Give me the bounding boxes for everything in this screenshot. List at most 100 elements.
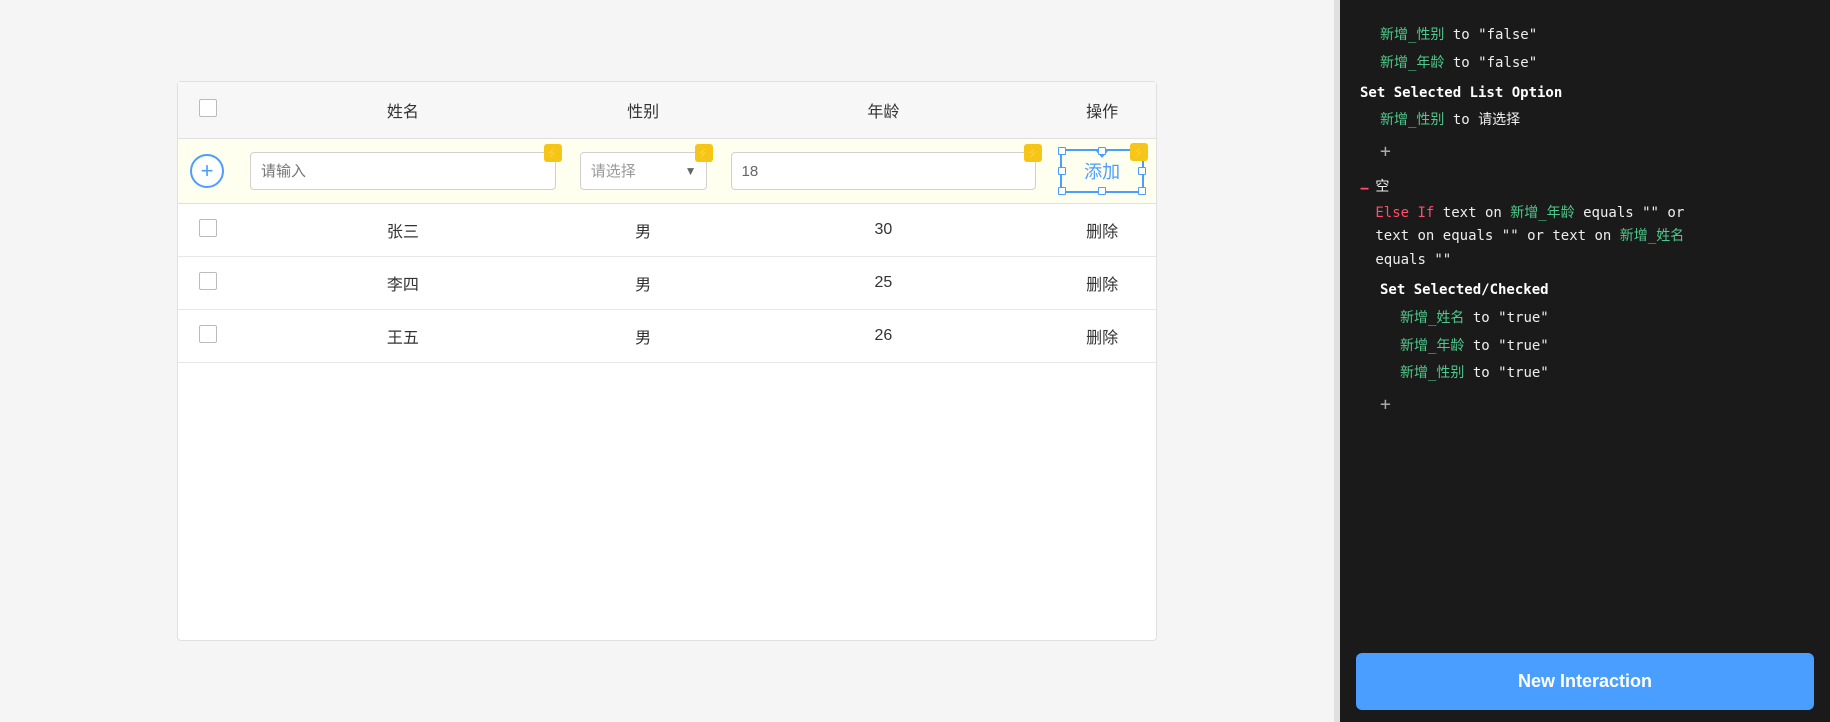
else-if-content: 空 Else If text on 新增_年龄 equals "" or tex… [1375,176,1684,273]
header-gender: 性别 [568,82,719,139]
else-if-condition: Else If text on 新增_年龄 equals "" or [1375,202,1684,226]
header-action: 操作 [1048,82,1156,139]
code-text-4b: to 请选择 [1453,112,1520,128]
add-row-gender-cell: 请选择 男 女 ▼ ⚡ [568,139,719,204]
age-input-wrapper: ⚡ [731,152,1037,190]
handle-bl [1058,187,1066,195]
header-checkbox[interactable] [199,99,217,117]
kong-label: 空 [1375,176,1684,200]
name-input-wrapper: ⚡ [250,152,556,190]
code-text-8b: to "true" [1473,365,1549,381]
header-checkbox-cell [178,82,238,139]
row-name-3: 王五 [238,310,568,363]
row-checkbox-cell-3 [178,310,238,363]
code-text-2b: to "false" [1453,55,1537,71]
code-text-1: 新增_性别 [1380,27,1444,43]
data-table: 姓名 性别 年龄 操作 + ⚡ [178,82,1156,363]
table-row: 王五 男 26 删除 [178,310,1156,363]
action-lightning-badge: ⚡ [1130,143,1148,161]
add-row-icon-cell: + [178,139,238,204]
delete-btn-3[interactable]: 删除 [1048,310,1156,363]
else-if-var1: 新增_年龄 [1510,205,1574,221]
code-line-6: 新增_姓名 to "true" [1360,307,1810,331]
left-panel: 姓名 性别 年龄 操作 + ⚡ [0,0,1334,722]
row-name-2: 李四 [238,257,568,310]
add-action-wrapper: 添加 ⚡ [1060,149,1144,193]
plus-icon-2[interactable]: + [1380,394,1391,415]
add-row-action-cell: 添加 ⚡ [1048,139,1156,204]
age-lightning-badge: ⚡ [1024,144,1042,162]
else-if-eq1: equals "" or [1583,205,1684,221]
row-age-2: 25 [719,257,1049,310]
plus-icon-1[interactable]: + [1380,141,1391,162]
row-checkbox-cell [178,204,238,257]
add-row-name-cell: ⚡ [238,139,568,204]
else-if-line2: text on equals "" or text on 新增_姓名 [1375,225,1684,249]
row-checkbox-1[interactable] [199,219,217,237]
kong-text: 空 [1375,179,1389,195]
add-row-button[interactable]: + [190,154,224,188]
row-checkbox-2[interactable] [199,272,217,290]
handle-br [1138,187,1146,195]
code-line-7: 新增_年龄 to "true" [1360,335,1810,359]
code-heading-2: Set Selected/Checked [1380,282,1549,298]
code-text-1b: to "false" [1453,27,1537,43]
else-if-block: − 空 Else If text on 新增_年龄 equals "" or t… [1360,176,1810,273]
code-text-7: 新增_年龄 [1400,338,1464,354]
table-container: 姓名 性别 年龄 操作 + ⚡ [177,81,1157,641]
code-text-6b: to "true" [1473,310,1549,326]
add-action-selected-box: 添加 ⚡ [1060,149,1144,193]
gender-lightning-badge: ⚡ [695,144,713,162]
row-age-3: 26 [719,310,1049,363]
code-line-plus-2[interactable]: + [1360,390,1810,421]
gender-select-wrapper: 请选择 男 女 ▼ ⚡ [580,152,707,190]
new-interaction-button[interactable]: New Interaction [1356,653,1814,710]
add-row: + ⚡ 请选择 男 女 [178,139,1156,204]
delete-btn-2[interactable]: 删除 [1048,257,1156,310]
code-line-3: Set Selected List Option [1360,82,1810,106]
header-age: 年龄 [719,82,1049,139]
code-line-8: 新增_性别 to "true" [1360,362,1810,386]
else-if-keyword: Else If [1375,205,1434,221]
code-text-2: 新增_年龄 [1380,55,1444,71]
else-if-line3: equals "" [1375,249,1684,273]
table-row: 张三 男 30 删除 [178,204,1156,257]
right-panel: 新增_性别 to "false" 新增_年龄 to "false" Set Se… [1340,0,1830,722]
code-block: 新增_性别 to "false" 新增_年龄 to "false" Set Se… [1360,16,1810,421]
else-if-text2: text on [1375,228,1442,244]
code-line-4: 新增_性别 to 请选择 [1360,109,1810,133]
age-input[interactable] [731,152,1037,190]
right-content-scroll[interactable]: 新增_性别 to "false" 新增_年龄 to "false" Set Se… [1340,0,1830,641]
name-input[interactable] [250,152,556,190]
handle-ml [1058,167,1066,175]
row-age-1: 30 [719,204,1049,257]
row-gender-1: 男 [568,204,719,257]
code-line-plus-1[interactable]: + [1360,137,1810,168]
code-line-2: 新增_年龄 to "false" [1360,52,1810,76]
code-line-1: 新增_性别 to "false" [1360,24,1810,48]
handle-tm [1098,147,1106,155]
row-gender-3: 男 [568,310,719,363]
else-if-var3: 新增_姓名 [1620,228,1684,244]
code-text-8: 新增_性别 [1400,365,1464,381]
else-if-text: text on [1443,205,1510,221]
else-if-eq3: equals "" [1375,252,1451,268]
code-text-4: 新增_性别 [1380,112,1444,128]
code-heading-1: Set Selected List Option [1360,85,1562,101]
handle-bm [1098,187,1106,195]
code-text-7b: to "true" [1473,338,1549,354]
add-row-age-cell: ⚡ [719,139,1049,204]
table-row: 李四 男 25 删除 [178,257,1156,310]
row-gender-2: 男 [568,257,719,310]
code-text-6: 新增_姓名 [1400,310,1464,326]
gender-select[interactable]: 请选择 男 女 [580,152,707,190]
header-name: 姓名 [238,82,568,139]
row-checkbox-3[interactable] [199,325,217,343]
row-checkbox-cell-2 [178,257,238,310]
delete-btn-1[interactable]: 删除 [1048,204,1156,257]
handle-tl [1058,147,1066,155]
minus-marker[interactable]: − [1360,176,1369,203]
code-line-5: Set Selected/Checked [1360,279,1810,303]
row-name-1: 张三 [238,204,568,257]
add-action-label[interactable]: 添加 [1084,158,1120,184]
